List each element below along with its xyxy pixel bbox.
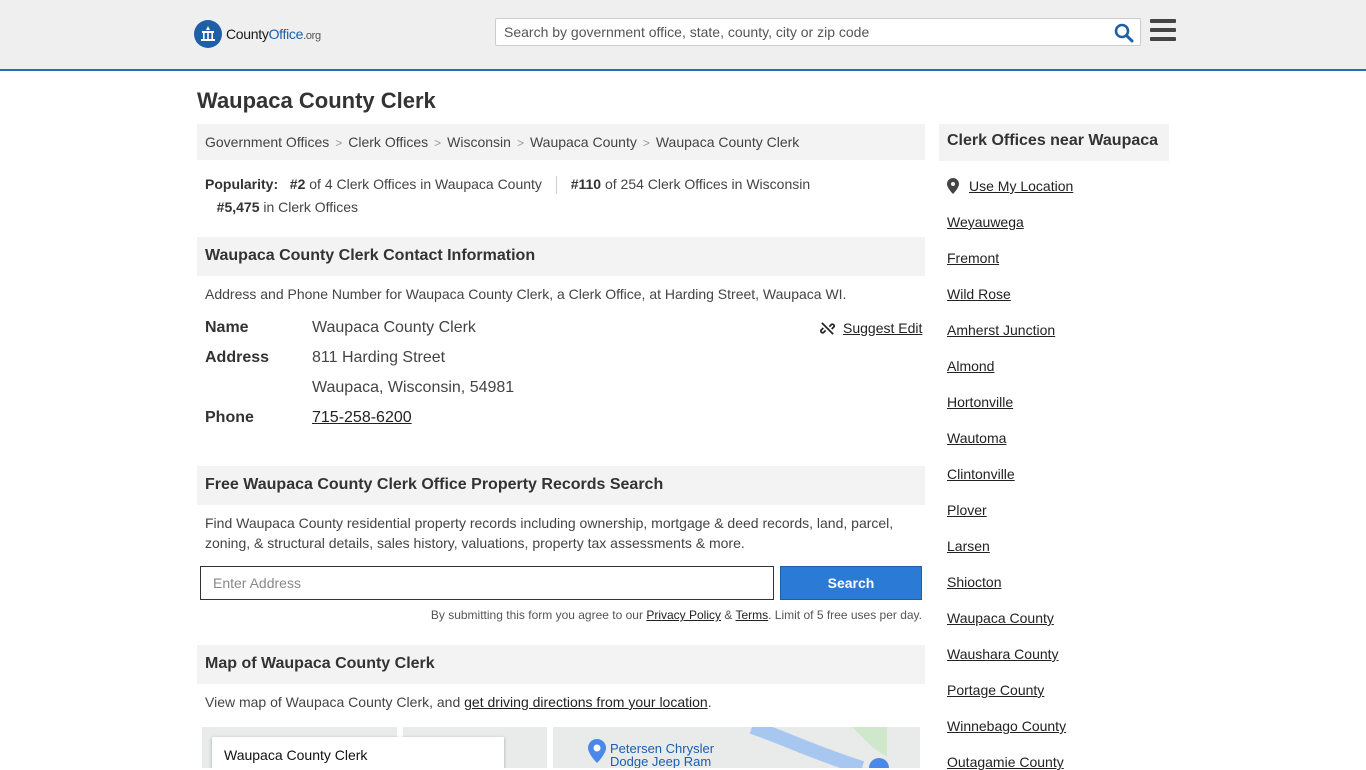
sidebar-heading: Clerk Offices near Waupaca: [939, 124, 1169, 161]
sidebar-item-waushara-county[interactable]: Waushara County: [947, 646, 1059, 662]
address-line2: Waupaca, Wisconsin, 54981: [312, 379, 515, 396]
address-label: Address: [205, 349, 270, 366]
popularity-rank-national-text: in Clerk Offices: [263, 199, 359, 215]
map-road: [547, 727, 553, 768]
breadcrumb-separator: >: [335, 136, 343, 150]
hamburger-menu-icon[interactable]: [1150, 19, 1176, 43]
disclaimer-prefix: By submitting this form you agree to our: [430, 608, 647, 622]
sidebar-item-larsen[interactable]: Larsen: [947, 538, 990, 554]
map-intro-suffix: .: [707, 694, 712, 710]
popularity-rank-national: #5,475: [216, 199, 260, 215]
map-card-title: Waupaca County Clerk: [224, 747, 368, 763]
location-pin-icon: [947, 178, 959, 194]
contact-heading: Waupaca County Clerk Contact Information: [197, 237, 925, 276]
breadcrumb-item-government-offices[interactable]: Government Offices: [205, 134, 329, 150]
breadcrumb-item-clerk-offices[interactable]: Clerk Offices: [348, 134, 428, 150]
popularity-label: Popularity:: [205, 176, 279, 192]
address-line1: 811 Harding Street: [312, 349, 446, 366]
sidebar-item-plover[interactable]: Plover: [947, 502, 987, 518]
page-title: Waupaca County Clerk: [197, 88, 436, 113]
breadcrumb-item-wisconsin[interactable]: Wisconsin: [447, 134, 511, 150]
map-poi-label[interactable]: Petersen Chrysler Dodge Jeep Ram: [610, 742, 714, 768]
driving-directions-link[interactable]: get driving directions from your locatio…: [464, 694, 708, 710]
phone-link[interactable]: 715-258-6200: [312, 409, 412, 427]
sidebar-item-clintonville[interactable]: Clintonville: [947, 466, 1015, 482]
sidebar-item-portage-county[interactable]: Portage County: [947, 682, 1044, 698]
location-map[interactable]: Petersen Chrysler Dodge Jeep Ram Waupaca …: [202, 727, 920, 768]
disclaimer-amp: &: [721, 608, 736, 622]
breadcrumb-separator: >: [642, 136, 650, 150]
popularity-rank-county-text: of 4 Clerk Offices in Waupaca County: [309, 176, 542, 192]
popularity-stats: Popularity: #2 of 4 Clerk Offices in Wau…: [205, 173, 925, 219]
use-my-location[interactable]: Use My Location: [947, 178, 1073, 194]
privacy-policy-link[interactable]: Privacy Policy: [646, 608, 721, 622]
map-intro: View map of Waupaca County Clerk, and ge…: [205, 692, 917, 712]
records-search-button[interactable]: Search: [780, 566, 922, 600]
suggest-edit-label[interactable]: Suggest Edit: [843, 320, 922, 336]
contact-intro: Address and Phone Number for Waupaca Cou…: [205, 286, 847, 302]
terms-link[interactable]: Terms: [735, 608, 768, 622]
popularity-rank-state: #110: [570, 176, 602, 192]
records-heading: Free Waupaca County Clerk Office Propert…: [197, 466, 925, 505]
sidebar-item-amherst-junction[interactable]: Amherst Junction: [947, 322, 1055, 338]
map-poi-line2: Dodge Jeep Ram: [610, 754, 712, 768]
phone-label: Phone: [205, 409, 254, 426]
search-icon[interactable]: [1114, 23, 1134, 43]
records-disclaimer: By submitting this form you agree to our…: [200, 608, 922, 622]
map-intro-prefix: View map of Waupaca County Clerk, and: [205, 694, 465, 710]
breadcrumb: Government Offices > Clerk Offices > Wiscons…: [197, 124, 925, 160]
use-my-location-link[interactable]: Use My Location: [969, 178, 1073, 194]
sidebar-item-hortonville[interactable]: Hortonville: [947, 394, 1013, 410]
name-label: Name: [205, 319, 249, 336]
map-river: [749, 727, 889, 768]
sidebar-item-shiocton[interactable]: Shiocton: [947, 574, 1001, 590]
map-pin-icon[interactable]: [588, 739, 606, 763]
suggest-edit-link[interactable]: Suggest Edit: [820, 320, 922, 336]
breadcrumb-item-current: Waupaca County Clerk: [655, 134, 800, 150]
popularity-rank-state-text: of 254 Clerk Offices in Wisconsin: [604, 176, 811, 192]
name-value: Waupaca County Clerk: [312, 319, 476, 336]
sidebar-item-winnebago-county[interactable]: Winnebago County: [947, 718, 1066, 734]
site-header: CountyOffice.org: [0, 0, 1366, 71]
sidebar-item-wild-rose[interactable]: Wild Rose: [947, 286, 1011, 302]
address-input[interactable]: [200, 566, 774, 600]
breadcrumb-item-waupaca-county[interactable]: Waupaca County: [530, 134, 637, 150]
map-heading: Map of Waupaca County Clerk: [197, 645, 925, 684]
sidebar-item-wautoma[interactable]: Wautoma: [947, 430, 1006, 446]
site-search-input[interactable]: [496, 19, 1096, 45]
map-info-card: Waupaca County Clerk: [212, 737, 504, 768]
breadcrumb-separator: >: [434, 136, 442, 150]
sidebar-item-almond[interactable]: Almond: [947, 358, 994, 374]
logo-wordmark: CountyOffice.org: [226, 26, 321, 42]
breadcrumb-separator: >: [516, 136, 524, 150]
site-logo[interactable]: CountyOffice.org: [194, 20, 321, 48]
popularity-rank-county: #2: [289, 176, 306, 192]
records-description: Find Waupaca County residential property…: [205, 515, 894, 551]
disclaimer-suffix: . Limit of 5 free uses per day.: [768, 608, 922, 622]
sidebar-item-fremont[interactable]: Fremont: [947, 250, 999, 266]
broken-link-icon: [820, 321, 835, 335]
sidebar-item-weyauwega[interactable]: Weyauwega: [947, 214, 1024, 230]
site-search: [495, 18, 1141, 46]
popularity-divider: [555, 176, 557, 195]
capitol-icon: [194, 20, 222, 48]
sidebar-item-waupaca-county[interactable]: Waupaca County: [947, 610, 1054, 626]
